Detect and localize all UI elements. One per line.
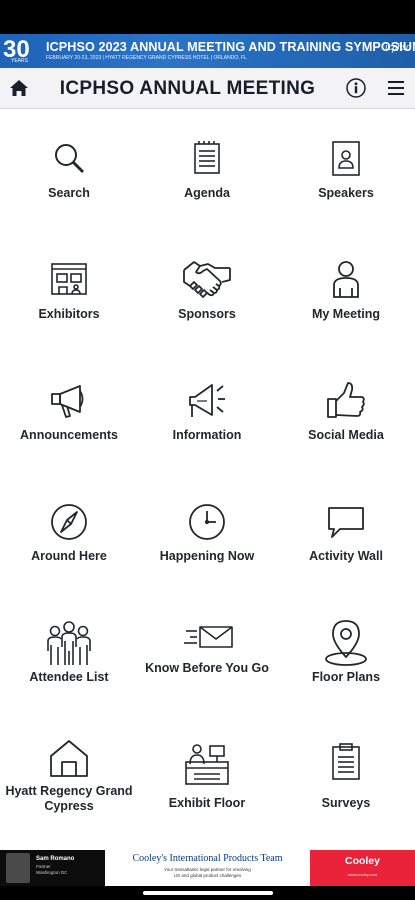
- page-title: ICPHSO ANNUAL MEETING: [59, 78, 316, 99]
- event-banner: 30 YEARS ICPHSO 2023 ANNUAL MEETING AND …: [0, 34, 415, 68]
- tile-my-meeting[interactable]: My Meeting: [277, 230, 415, 351]
- clipboard-icon: [326, 742, 366, 782]
- tile-label: Exhibit Floor: [168, 796, 246, 810]
- tile-label: Attendee List: [29, 670, 109, 684]
- tile-agenda[interactable]: Agenda: [138, 109, 276, 230]
- ad-text-line1: Your transatlantic legal partner for res…: [164, 867, 251, 872]
- fast-mail-icon: [182, 619, 234, 655]
- ad-person-office: Washington DC: [36, 870, 68, 875]
- icphso-logo: icphso: [384, 42, 411, 53]
- app-header: ICPHSO ANNUAL MEETING: [0, 68, 415, 109]
- bullhorn-icon: [187, 381, 227, 421]
- badge-sub: YEARS: [11, 58, 28, 64]
- person-photo: [6, 853, 30, 883]
- tile-label: Agenda: [184, 186, 230, 200]
- tile-label: Social Media: [308, 428, 384, 442]
- thumbs-up-icon: [326, 381, 366, 421]
- sponsor-ad-banner[interactable]: Sam Romano Partner Washington DC Cooley'…: [0, 850, 415, 886]
- people-group-icon: [45, 621, 93, 667]
- status-bar: [0, 0, 415, 34]
- tile-label: Sponsors: [178, 307, 236, 321]
- clock-icon: [187, 502, 227, 542]
- tile-label: Floor Plans: [311, 670, 381, 684]
- anniversary-badge: 30 YEARS: [3, 36, 39, 66]
- megaphone-icon: [49, 381, 89, 421]
- ad-text-line2: US and global product challenges: [173, 873, 242, 878]
- tile-surveys[interactable]: Surveys: [277, 714, 415, 835]
- tile-activity-wall[interactable]: Activity Wall: [277, 472, 415, 593]
- tile-label: Happening Now: [159, 549, 255, 563]
- tile-label: Exhibitors: [38, 307, 100, 321]
- tile-social-media[interactable]: Social Media: [277, 351, 415, 472]
- speakers-icon: [326, 139, 366, 179]
- compass-icon: [49, 502, 89, 542]
- feature-grid: Search Agenda Speakers Exhibitors Sponso…: [0, 109, 415, 850]
- building-icon: [49, 738, 89, 778]
- agenda-icon: [187, 139, 227, 179]
- tile-label: Know Before You Go: [145, 661, 269, 675]
- exhibit-booth-icon: [184, 740, 230, 786]
- ad-url: www.cooley.com: [347, 872, 378, 877]
- info-icon[interactable]: [345, 77, 367, 99]
- person-icon: [326, 260, 366, 300]
- tile-floor-plans[interactable]: Floor Plans: [277, 593, 415, 714]
- system-nav-bar: [0, 886, 415, 900]
- exhibitors-icon: [49, 260, 89, 300]
- tile-attendee-list[interactable]: Attendee List: [0, 593, 138, 714]
- handshake-icon: [182, 258, 232, 298]
- tile-label: Around Here: [31, 549, 107, 563]
- ad-person-name: Sam Romano: [36, 856, 75, 862]
- banner-title: ICPHSO 2023 ANNUAL MEETING AND TRAINING …: [46, 40, 415, 54]
- tile-label: Announcements: [20, 428, 118, 442]
- tile-announcements[interactable]: Announcements: [0, 351, 138, 472]
- ad-person-panel: Sam Romano Partner Washington DC: [0, 850, 105, 886]
- hamburger-menu-icon[interactable]: [387, 78, 405, 98]
- tile-label: Surveys: [321, 796, 371, 810]
- map-pin-icon: [323, 619, 369, 667]
- home-indicator[interactable]: [143, 891, 273, 895]
- tile-sponsors[interactable]: Sponsors: [138, 230, 276, 351]
- tile-know-before-you-go[interactable]: Know Before You Go: [138, 593, 276, 714]
- tile-label: Search: [48, 186, 90, 200]
- tile-label: Information: [172, 428, 242, 442]
- tile-hyatt-regency[interactable]: Hyatt Regency Grand Cypress: [0, 714, 138, 835]
- ad-person-role: Partner: [36, 864, 51, 869]
- tile-search[interactable]: Search: [0, 109, 138, 230]
- ad-message-panel: Cooley's International Products Team You…: [105, 850, 310, 886]
- tile-label: Activity Wall: [309, 549, 383, 563]
- tile-exhibitors[interactable]: Exhibitors: [0, 230, 138, 351]
- search-icon: [49, 139, 89, 179]
- cooley-logo: Cooley: [344, 855, 380, 867]
- tile-label: Speakers: [318, 186, 374, 200]
- tile-around-here[interactable]: Around Here: [0, 472, 138, 593]
- tile-label: My Meeting: [311, 307, 381, 321]
- tile-happening-now[interactable]: Happening Now: [138, 472, 276, 593]
- banner-subtitle: FEBRUARY 20-23, 2023 | HYATT REGENCY GRA…: [46, 55, 247, 61]
- speech-bubble-icon: [326, 502, 366, 542]
- tile-information[interactable]: Information: [138, 351, 276, 472]
- ad-heading: Cooley's International Products Team: [132, 853, 283, 864]
- tile-speakers[interactable]: Speakers: [277, 109, 415, 230]
- tile-exhibit-floor[interactable]: Exhibit Floor: [138, 714, 276, 835]
- tile-label: Hyatt Regency Grand Cypress: [5, 784, 133, 813]
- ad-brand-panel: Cooley www.cooley.com: [310, 850, 415, 886]
